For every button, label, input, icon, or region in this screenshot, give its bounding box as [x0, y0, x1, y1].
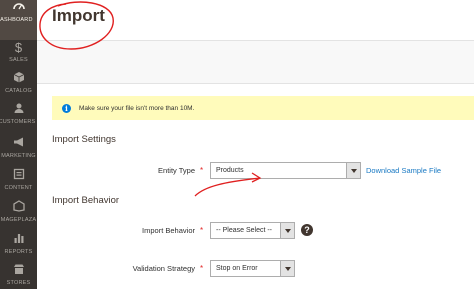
content-icon [0, 168, 37, 184]
dollar-icon: $ [14, 40, 23, 55]
import-settings-title: Import Settings [52, 134, 116, 145]
dashboard-icon [0, 0, 37, 16]
chevron-down-icon [280, 223, 294, 238]
chevron-down-icon [346, 163, 360, 178]
import-behavior-label: Import Behavior [142, 226, 195, 235]
store-icon [0, 263, 37, 279]
help-icon[interactable]: ? [301, 224, 313, 236]
required-marker: * [200, 226, 204, 235]
validation-strategy-label: Validation Strategy [132, 264, 195, 273]
bar-chart-icon [0, 232, 37, 248]
mageplaza-icon [0, 200, 37, 216]
megaphone-icon [0, 136, 37, 152]
arrow-annotation [194, 172, 262, 197]
validation-strategy-value: Stop on Error [216, 265, 258, 272]
chevron-down-icon [280, 261, 294, 276]
import-behavior-value: -- Please Select -- [216, 227, 273, 234]
circle-annotation [39, 1, 114, 50]
file-size-notice: i Make sure your file isn't more than 10… [52, 96, 474, 120]
validation-strategy-select[interactable]: Stop on Error [210, 260, 295, 277]
import-behavior-title: Import Behavior [52, 195, 120, 206]
admin-sidebar: DASHBOARD $ SALES CATALOG CUSTOMERS MARK… [0, 0, 37, 289]
import-behavior-select[interactable]: -- Please Select -- [210, 222, 295, 239]
entity-type-label: Entity Type [158, 166, 195, 175]
customers-icon [0, 102, 37, 118]
notice-text: Make sure your file isn't more than 10M. [79, 104, 195, 112]
sidebar-item-stores[interactable]: STORES [0, 263, 37, 289]
download-sample-file-link[interactable]: Download Sample File [366, 166, 441, 175]
cube-icon [0, 71, 37, 87]
sidebar-item-dashboard[interactable]: DASHBOARD [0, 0, 37, 40]
required-marker: * [200, 264, 204, 273]
info-icon: i [62, 103, 71, 113]
